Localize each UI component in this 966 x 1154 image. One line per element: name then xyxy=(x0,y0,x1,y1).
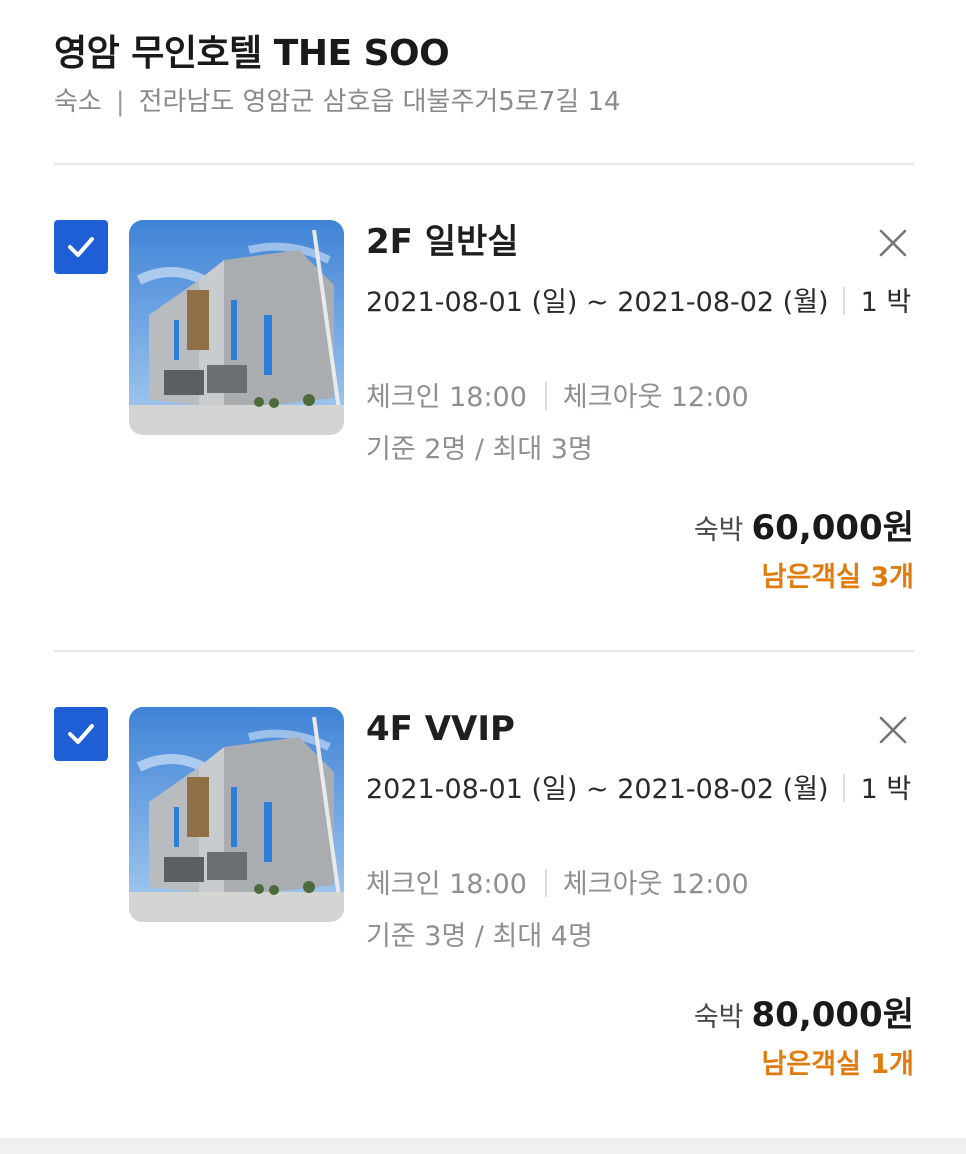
room-checkbox[interactable] xyxy=(54,220,108,274)
hotel-address: 전라남도 영암군 삼호읍 대불주거5로7길 14 xyxy=(138,87,621,117)
date-range: 2021-08-01 (일) ~ 2021-08-02 (월) xyxy=(366,774,829,805)
room-name: 2F 일반실 xyxy=(366,222,519,262)
room-card: 4F VVIP 2021-08-01 (일) ~ 2021-08-02 (월) 1… xyxy=(54,707,914,1107)
room-photo[interactable] xyxy=(129,220,344,435)
remaining-rooms: 남은객실 1개 xyxy=(762,1045,914,1085)
price-row: 숙박 80,000원 xyxy=(694,993,914,1043)
category-label: 숙소 xyxy=(54,87,102,117)
bottom-bar xyxy=(0,1138,966,1154)
hotel-name: 영암 무인호텔 THE SOO xyxy=(54,33,450,74)
room-photo[interactable] xyxy=(129,707,344,922)
remaining-rooms: 남은객실 3개 xyxy=(762,558,914,598)
hotel-subtitle: 숙소 | 전라남도 영암군 삼호읍 대불주거5로7길 14 xyxy=(54,82,914,122)
close-icon xyxy=(879,716,907,744)
remaining-label: 남은객실 xyxy=(761,1049,861,1080)
room-card: 2F 일반실 2021-08-01 (일) ~ 2021-08-02 (월) 1 … xyxy=(54,220,914,620)
separator xyxy=(842,287,845,315)
check-icon xyxy=(68,237,94,257)
room-price: 60,000원 xyxy=(751,508,914,548)
checkout-time: 체크아웃 12:00 xyxy=(562,382,749,413)
separator xyxy=(544,869,547,897)
room-price: 80,000원 xyxy=(751,995,914,1035)
remaining-count: 3개 xyxy=(870,562,914,593)
checkin-time: 체크인 18:00 xyxy=(366,869,527,900)
checkin-time: 체크인 18:00 xyxy=(366,382,527,413)
nights-count: 1 박 xyxy=(860,287,912,318)
close-icon xyxy=(879,229,907,257)
room-capacity: 기준 2명 / 최대 3명 xyxy=(366,434,593,465)
stay-dates: 2021-08-01 (일) ~ 2021-08-02 (월) 1 박 xyxy=(366,769,914,811)
check-icon xyxy=(68,724,94,744)
room-name: 4F VVIP xyxy=(366,709,515,749)
divider xyxy=(54,163,914,165)
separator xyxy=(842,774,845,802)
stay-dates: 2021-08-01 (일) ~ 2021-08-02 (월) 1 박 xyxy=(366,282,914,324)
check-times: 체크인 18:00 체크아웃 12:00 xyxy=(366,865,749,905)
separator: | xyxy=(115,87,125,117)
separator xyxy=(544,382,547,410)
check-times: 체크인 18:00 체크아웃 12:00 xyxy=(366,378,749,418)
remove-room-button[interactable] xyxy=(874,711,912,749)
price-label: 숙박 xyxy=(693,515,744,546)
price-label: 숙박 xyxy=(693,1002,744,1033)
room-checkbox[interactable] xyxy=(54,707,108,761)
hotel-header: 영암 무인호텔 THE SOO 숙소 | 전라남도 영암군 삼호읍 대불주거5로7길… xyxy=(54,30,914,122)
nights-count: 1 박 xyxy=(860,774,912,805)
remaining-label: 남은객실 xyxy=(761,562,861,593)
checkout-time: 체크아웃 12:00 xyxy=(562,869,749,900)
divider xyxy=(54,650,914,652)
room-capacity: 기준 3명 / 최대 4명 xyxy=(366,921,593,952)
date-range: 2021-08-01 (일) ~ 2021-08-02 (월) xyxy=(366,287,829,318)
remaining-count: 1개 xyxy=(870,1049,914,1080)
remove-room-button[interactable] xyxy=(874,224,912,262)
price-row: 숙박 60,000원 xyxy=(694,506,914,556)
